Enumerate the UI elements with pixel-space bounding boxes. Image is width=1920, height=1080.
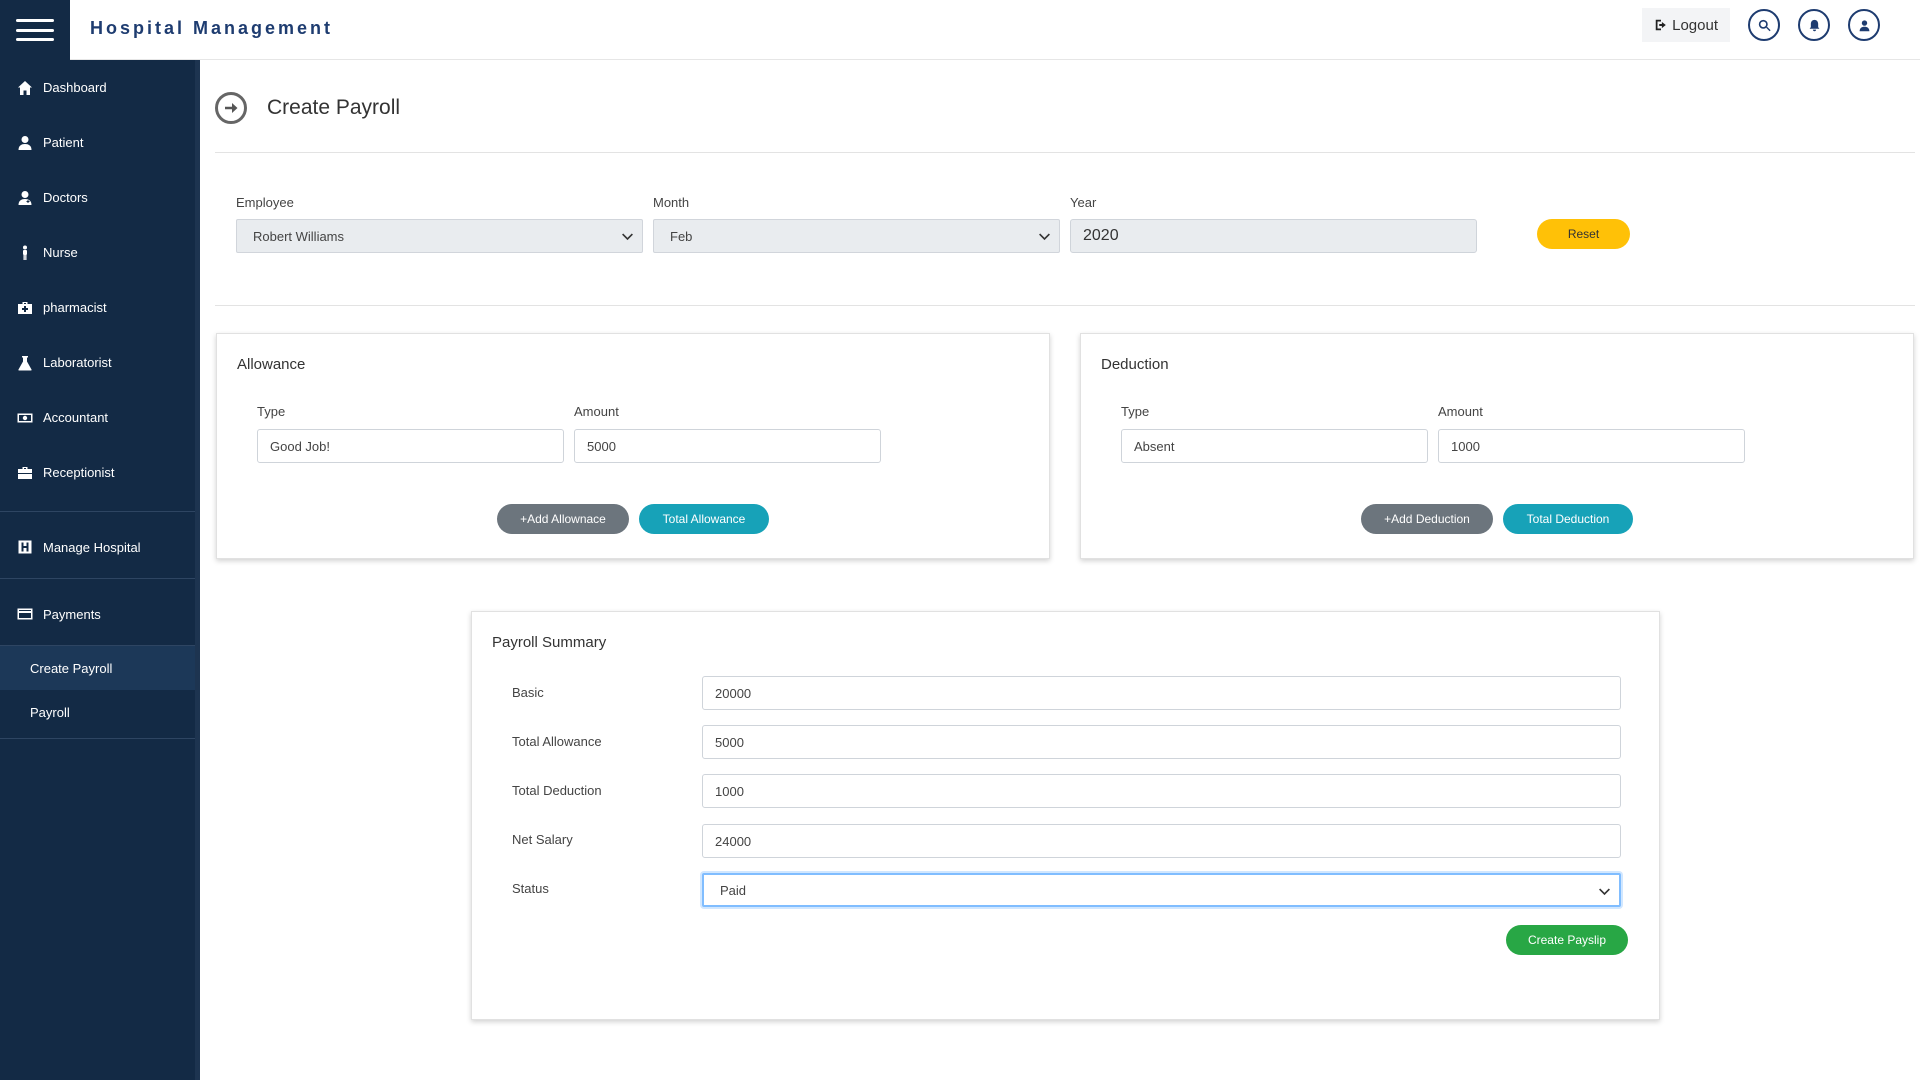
sidebar-item-label: Patient [43,135,84,150]
allowance-card: Allowance Type Amount +Add Allownace Tot… [216,333,1050,559]
medkit-icon [15,298,35,318]
logout-label: Logout [1672,16,1718,34]
logout-button[interactable]: Logout [1642,8,1730,42]
page-header: Create Payroll [215,92,400,124]
flask-icon [15,353,35,373]
allowance-type-label: Type [257,404,286,419]
sidebar-item-label: Nurse [43,245,78,260]
deduction-card: Deduction Type Amount +Add Deduction Tot… [1080,333,1914,559]
credit-card-icon [15,604,35,624]
sidebar-item-payments[interactable]: Payments [0,594,195,634]
net-salary-input[interactable] [702,824,1621,858]
deduction-type-label: Type [1121,404,1150,419]
sidebar-item-accountant[interactable]: Accountant [0,390,195,445]
sidebar-item-patient[interactable]: Patient [0,115,195,170]
sidebar-item-doctors[interactable]: Doctors [0,170,195,225]
deduction-type-input[interactable] [1121,429,1428,463]
briefcase-icon [15,463,35,483]
divider [215,305,1915,306]
hamburger-icon [16,19,54,41]
reset-button[interactable]: Reset [1537,219,1630,249]
allowance-title: Allowance [237,356,306,373]
allowance-amount-input[interactable] [574,429,881,463]
deduction-amount-label: Amount [1438,404,1483,419]
year-input[interactable] [1070,219,1477,253]
status-select[interactable]: Paid [702,873,1621,907]
search-button[interactable] [1748,9,1780,41]
payroll-summary-card: Payroll Summary Basic Total Allowance To… [471,611,1660,1020]
sidebar-item-manage-hospital[interactable]: Manage Hospital [0,527,195,567]
month-label: Month [653,195,690,210]
sidebar-item-label: Laboratorist [43,355,112,370]
sidebar-divider [0,578,195,579]
allowance-amount-label: Amount [574,404,619,419]
month-select[interactable]: Feb [653,219,1060,253]
net-salary-label: Net Salary [512,832,573,847]
add-allowance-button[interactable]: +Add Allownace [497,504,629,534]
money-icon [15,408,35,428]
sidebar: Dashboard Patient Doctors Nurse pharmaci… [0,0,200,1080]
header-actions: Logout [1642,8,1880,42]
sidebar-nav: Dashboard Patient Doctors Nurse pharmaci… [0,60,195,754]
employee-select[interactable]: Robert Williams [236,219,643,253]
sidebar-item-label: Doctors [43,190,88,205]
total-allowance-label: Total Allowance [512,734,602,749]
sidebar-item-label: Accountant [43,410,109,425]
sidebar-item-label: Receptionist [43,465,115,480]
total-allowance-button[interactable]: Total Allowance [639,504,769,534]
month-select-value: Feb [670,228,693,244]
sidebar-item-dashboard[interactable]: Dashboard [0,60,195,115]
nurse-icon [15,243,35,263]
sidebar-subitem-payroll[interactable]: Payroll [0,690,195,734]
total-deduction-label: Total Deduction [512,783,602,798]
sidebar-item-label: Dashboard [43,80,107,95]
notification-button[interactable] [1798,9,1830,41]
page-title: Create Payroll [267,96,401,119]
doctor-icon [15,188,35,208]
sidebar-item-label: Manage Hospital [43,539,141,555]
arrow-right-circle-icon [215,92,247,124]
employee-label: Employee [236,195,294,210]
home-icon [15,78,35,98]
total-deduction-input[interactable] [702,774,1621,808]
user-icon [1859,19,1869,31]
sidebar-item-receptionist[interactable]: Receptionist [0,445,195,500]
payroll-summary-title: Payroll Summary [492,634,607,651]
chevron-down-icon [622,233,633,241]
sidebar-item-label: pharmacist [43,300,107,315]
year-label: Year [1070,195,1097,210]
sidebar-item-pharmacist[interactable]: pharmacist [0,280,195,335]
chevron-down-icon [1039,233,1050,241]
sidebar-divider [0,738,195,739]
logout-icon [1655,19,1666,31]
profile-button[interactable] [1848,9,1880,41]
sidebar-subitem-create-payroll[interactable]: Create Payroll [0,646,195,690]
employee-select-value: Robert Williams [253,228,345,244]
sidebar-item-laboratorist[interactable]: Laboratorist [0,335,195,390]
allowance-type-input[interactable] [257,429,564,463]
status-select-value: Paid [720,882,747,898]
status-label: Status [512,881,549,896]
deduction-amount-input[interactable] [1438,429,1745,463]
chevron-down-icon [1599,888,1610,896]
add-deduction-button[interactable]: +Add Deduction [1361,504,1493,534]
search-icon [1758,19,1771,31]
sidebar-item-nurse[interactable]: Nurse [0,225,195,280]
sidebar-item-label: Payments [43,606,101,622]
total-deduction-button[interactable]: Total Deduction [1503,504,1633,534]
bell-icon [1809,19,1819,31]
divider [215,152,1915,153]
create-payslip-button[interactable]: Create Payslip [1506,925,1628,955]
deduction-title: Deduction [1101,356,1169,373]
basic-input[interactable] [702,676,1621,710]
top-header: Hospital Management Logout [70,0,1920,60]
user-icon [15,133,35,153]
hospital-icon [15,537,35,557]
sidebar-divider [0,511,195,512]
total-allowance-input[interactable] [702,725,1621,759]
menu-toggle[interactable] [0,0,70,60]
basic-label: Basic [512,685,544,700]
app-title: Hospital Management [90,18,334,38]
